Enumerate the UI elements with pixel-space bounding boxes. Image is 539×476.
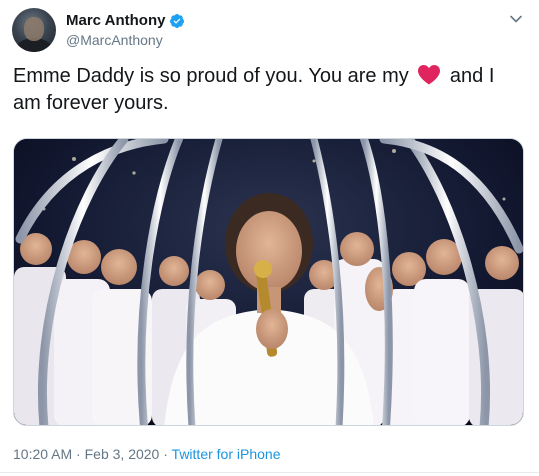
meta-separator: · <box>72 446 85 462</box>
tweet-text-part-1: Emme Daddy is so proud of you. You are m… <box>13 65 409 87</box>
chevron-down-icon[interactable] <box>509 12 523 26</box>
tweet-date[interactable]: Feb 3, 2020 <box>85 446 160 462</box>
tweet-time[interactable]: 10:20 AM <box>13 446 72 462</box>
bottom-divider <box>0 472 539 473</box>
author-name-row[interactable]: Marc Anthony <box>66 12 185 29</box>
tweet-text: Emme Daddy is so proud of you. You are m… <box>13 63 525 117</box>
tweet-media-image[interactable] <box>13 138 524 426</box>
red-heart-icon <box>418 65 441 85</box>
tweet-card: Marc Anthony @MarcAnthony Emme Daddy is … <box>0 0 539 476</box>
tweet-meta: 10:20 AM · Feb 3, 2020 · Twitter for iPh… <box>13 446 280 462</box>
meta-separator: · <box>159 446 172 462</box>
verified-badge-icon <box>170 13 185 28</box>
stage-photo <box>14 139 523 425</box>
author-handle[interactable]: @MarcAnthony <box>66 32 163 48</box>
tweet-source-link[interactable]: Twitter for iPhone <box>172 446 281 462</box>
author-display-name[interactable]: Marc Anthony <box>66 12 165 29</box>
avatar-face <box>24 17 44 41</box>
avatar[interactable] <box>12 8 56 52</box>
